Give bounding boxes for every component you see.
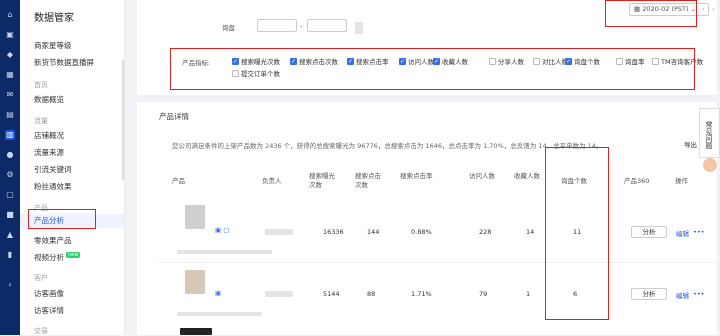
chart-icon[interactable]: ▤ xyxy=(5,110,15,120)
highlight-date-picker xyxy=(605,0,697,27)
grid-icon[interactable]: ▦ xyxy=(5,70,15,80)
left-rail: ⌂ ▣ ◆ ▦ ✉ ▤ ▥ ● ⚙ ▢ ■ ▲ ▮ ‹ xyxy=(0,0,20,335)
more-button[interactable]: ••• xyxy=(693,290,705,298)
faq-button[interactable]: 常见问题 xyxy=(699,108,720,158)
col-ctr[interactable]: 搜索点击率 xyxy=(400,172,442,181)
inquiry-max-input[interactable] xyxy=(307,19,347,32)
blurred-element xyxy=(355,22,363,34)
sidebar-item-overview[interactable]: 数据概览 xyxy=(34,94,64,105)
sidebar-item-zero-effect[interactable]: 零效果产品 xyxy=(34,235,72,246)
sidebar-item-merchant-level[interactable]: 商家星等级 xyxy=(34,40,72,51)
avatar[interactable] xyxy=(703,158,717,172)
highlight-inquiries-column xyxy=(545,147,609,320)
row-divider xyxy=(159,262,717,263)
shield-icon[interactable]: ◆ xyxy=(5,50,15,60)
sidebar-item-fans[interactable]: 粉丝通效果 xyxy=(34,181,72,192)
sidebar-title: 数据管家 xyxy=(34,13,74,24)
message-icon[interactable]: ✉ xyxy=(5,90,15,100)
product-thumbnail[interactable] xyxy=(180,328,212,335)
col-owner: 负责人 xyxy=(262,177,282,185)
sidebar-item-store-overview[interactable]: 店铺概况 xyxy=(34,130,64,141)
doc-icon[interactable]: ▢ xyxy=(5,190,15,200)
prev-arrow-icon[interactable]: ‹ xyxy=(702,5,705,13)
main-content: 询盘 - ▦ 2020-02 (PST) ⌄ 产品指标: ✓ 搜索曝光次数 ✓ 搜索点… xyxy=(125,0,720,335)
sidebar: 数据管家 商家星等级 新货节数据直播屏 首页 数据概览 流量 店铺概况 流量来源… xyxy=(20,0,125,335)
owner-blurred xyxy=(265,291,293,297)
col-exposure[interactable]: 搜索曝光次数 xyxy=(309,172,335,190)
cell-exposure: 16336 xyxy=(323,228,344,236)
collapse-icon[interactable]: ‹ xyxy=(5,280,15,290)
new-badge: new xyxy=(66,252,81,258)
inquiry-label: 询盘 xyxy=(222,24,235,32)
sidebar-item-traffic-source[interactable]: 流量来源 xyxy=(34,147,64,158)
edit-link[interactable]: 编辑 xyxy=(676,228,689,238)
cell-clicks: 88 xyxy=(367,290,376,298)
shop-icon[interactable]: ▣ xyxy=(5,30,15,40)
cart-icon[interactable]: ■ xyxy=(5,210,15,220)
cell-favorites: 14 xyxy=(526,228,535,236)
col-actions: 操作 xyxy=(675,177,688,185)
cell-ctr: 0.88% xyxy=(411,228,432,236)
product-thumbnail[interactable] xyxy=(185,205,205,229)
inquiry-min-input[interactable] xyxy=(257,19,297,32)
details-card: 产品详情 导出 您公司满足条件的上架产品数为 2436 个，获得的总搜索曝光为 … xyxy=(137,102,717,335)
home-icon[interactable]: ⌂ xyxy=(5,10,15,20)
settings-icon[interactable]: ⚙ xyxy=(5,170,15,180)
product-name-blurred xyxy=(177,250,272,254)
col-product360: 产品360 xyxy=(624,177,650,185)
owner-blurred xyxy=(265,229,293,235)
cell-ctr: 1.71% xyxy=(411,290,432,298)
col-clicks[interactable]: 搜索点击次数 xyxy=(355,172,381,190)
analyze-button[interactable]: 分析 xyxy=(631,226,667,238)
cell-clicks: 144 xyxy=(367,228,380,236)
sidebar-item-live-screen[interactable]: 新货节数据直播屏 xyxy=(34,57,94,68)
cell-visitors: 228 xyxy=(479,228,492,236)
sidebar-item-visitor-profile[interactable]: 访客画像 xyxy=(34,288,64,299)
highlight-product-analysis xyxy=(28,209,96,229)
bank-icon[interactable]: ▲ xyxy=(5,230,15,240)
col-visitors[interactable]: 访问人数 xyxy=(469,172,495,181)
highlight-metrics xyxy=(170,48,695,90)
sidebar-scrollbar[interactable] xyxy=(122,60,124,180)
sidebar-item-video-analysis[interactable]: 视频分析 new xyxy=(34,252,81,263)
cell-visitors: 79 xyxy=(479,290,488,298)
sidebar-item-visitor-detail[interactable]: 访客详情 xyxy=(34,305,64,316)
edit-link[interactable]: 编辑 xyxy=(676,290,689,300)
range-separator: - xyxy=(300,22,303,30)
cell-exposure: 5144 xyxy=(323,290,340,298)
product-icons[interactable]: ▣ ▢ xyxy=(215,226,229,234)
product-icons[interactable]: ▣ xyxy=(215,289,221,297)
cell-favorites: 1 xyxy=(526,290,531,298)
product-thumbnail[interactable] xyxy=(185,270,205,294)
more-button[interactable]: ••• xyxy=(693,228,705,236)
building-icon[interactable]: ▮ xyxy=(5,250,15,260)
details-title: 产品详情 xyxy=(159,112,189,121)
col-favorites[interactable]: 收藏人数 xyxy=(514,172,540,181)
product-name-blurred xyxy=(177,312,262,316)
data-icon[interactable]: ▥ xyxy=(5,130,15,140)
export-link[interactable]: 导出 xyxy=(684,139,697,149)
sidebar-item-keywords[interactable]: 引流关键词 xyxy=(34,164,72,175)
analyze-button[interactable]: 分析 xyxy=(631,288,667,300)
sidebar-item-label: 视频分析 xyxy=(34,253,64,262)
user-icon[interactable]: ● xyxy=(5,150,15,160)
next-arrow-icon[interactable]: › xyxy=(712,5,715,13)
sidebar-section-customer: 客户 xyxy=(34,274,48,282)
sidebar-section-home: 首页 xyxy=(34,81,48,89)
sidebar-section-traffic: 流量 xyxy=(34,117,48,125)
col-product: 产品 xyxy=(172,177,185,185)
